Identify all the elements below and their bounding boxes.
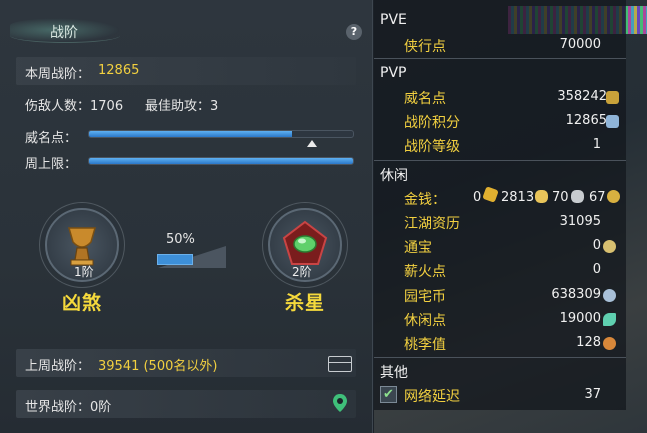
silver-value: 70 bbox=[552, 190, 569, 205]
tongbao-icon bbox=[603, 240, 616, 253]
pve-item-value: 70000 bbox=[559, 37, 601, 52]
leisure-item-name: 江湖资历 bbox=[404, 216, 460, 232]
leisure-item-value: 19000 bbox=[559, 311, 601, 326]
best-assist: 最佳助攻：3 bbox=[145, 99, 219, 114]
prestige-bar bbox=[88, 130, 354, 138]
rank-score-icon bbox=[606, 115, 619, 128]
section-leisure: 休闲 bbox=[380, 168, 408, 184]
pve-item-name: 侠行点 bbox=[404, 39, 446, 55]
map-pin-icon[interactable] bbox=[332, 393, 348, 413]
other-item-value: 37 bbox=[584, 387, 601, 402]
current-rank-name: 凶煞 bbox=[62, 292, 103, 314]
help-icon[interactable]: ? bbox=[346, 24, 362, 40]
current-rank-tier: 1阶 bbox=[74, 265, 94, 279]
enemies-count: 伤敌人数：1706 bbox=[25, 99, 124, 114]
section-pvp: PVP bbox=[380, 65, 407, 81]
prestige-label: 威名点： bbox=[25, 131, 78, 146]
network-latency-checkbox[interactable]: ✔ bbox=[380, 386, 397, 403]
leisure-item-name: 薪火点 bbox=[404, 264, 446, 280]
weekly-cap-label: 周上限： bbox=[25, 157, 78, 172]
last-week-value: 39541 (500名以外) bbox=[98, 359, 218, 374]
leisure-item-name: 桃李值 bbox=[404, 337, 446, 353]
copper-value: 67 bbox=[589, 190, 606, 205]
world-rank-label: 世界战阶：0阶 bbox=[25, 400, 112, 415]
copper-coin-icon bbox=[607, 190, 620, 203]
silver-coin-icon bbox=[571, 190, 584, 203]
leisure-item-value: 128 bbox=[576, 335, 601, 350]
gold-ingot-value: 0 bbox=[473, 190, 482, 205]
prestige-bar-fill bbox=[89, 131, 293, 137]
chest-icon[interactable] bbox=[328, 356, 352, 372]
leisure-item-name: 休闲点 bbox=[404, 313, 446, 329]
estate-coin-icon bbox=[603, 289, 616, 302]
last-week-label: 上周战阶： bbox=[25, 359, 91, 374]
leisure-item-value: 638309 bbox=[551, 287, 601, 302]
weekly-cap-bar-fill bbox=[89, 158, 353, 164]
gold-value: 2813 bbox=[501, 190, 535, 205]
divider bbox=[374, 160, 626, 161]
rank-progress-percent: 50% bbox=[166, 232, 195, 247]
pvp-item-value: 358242 bbox=[557, 89, 607, 104]
leisure-item-value: 0 bbox=[592, 238, 601, 253]
pvp-item-name: 威名点 bbox=[404, 91, 446, 107]
prestige-icon bbox=[606, 91, 619, 104]
leisure-item-value: 0 bbox=[592, 262, 601, 277]
leisure-point-icon bbox=[603, 313, 616, 326]
leisure-item-value: 31095 bbox=[559, 214, 601, 229]
next-rank-name: 杀星 bbox=[285, 292, 326, 314]
leisure-item-name: 通宝 bbox=[404, 240, 432, 256]
pvp-item-value: 1 bbox=[592, 137, 601, 152]
battle-rank-panel: 战阶 ? 本周战阶： 12865 伤敌人数：1706 最佳助攻：3 威名点： 周… bbox=[0, 0, 373, 433]
pvp-item-value: 12865 bbox=[565, 113, 607, 128]
next-rank-tier: 2阶 bbox=[292, 265, 312, 279]
pvp-item-name: 战阶等级 bbox=[404, 139, 460, 155]
divider bbox=[374, 58, 626, 59]
leisure-item-name: 园宅币 bbox=[404, 289, 446, 305]
rank-progress-bar bbox=[157, 254, 193, 265]
currency-panel: PVE 侠行点 70000 PVP 威名点 358242 战阶积分 12865 … bbox=[374, 0, 647, 433]
divider bbox=[374, 357, 626, 358]
gold-coin-icon bbox=[535, 190, 548, 203]
gold-name: 金钱： bbox=[404, 192, 446, 208]
this-week-value: 12865 bbox=[98, 63, 140, 78]
panel-header: 战阶 ? bbox=[0, 14, 372, 48]
peach-icon bbox=[603, 337, 616, 350]
weekly-cap-bar bbox=[88, 157, 354, 165]
pvp-item-name: 战阶积分 bbox=[404, 115, 460, 131]
section-pve: PVE bbox=[380, 12, 407, 28]
other-item-name: 网络延迟 bbox=[404, 389, 460, 405]
panel-title: 战阶 bbox=[50, 25, 78, 41]
this-week-label: 本周战阶： bbox=[25, 67, 91, 82]
section-other: 其他 bbox=[380, 365, 408, 381]
prestige-marker-icon bbox=[307, 140, 317, 147]
